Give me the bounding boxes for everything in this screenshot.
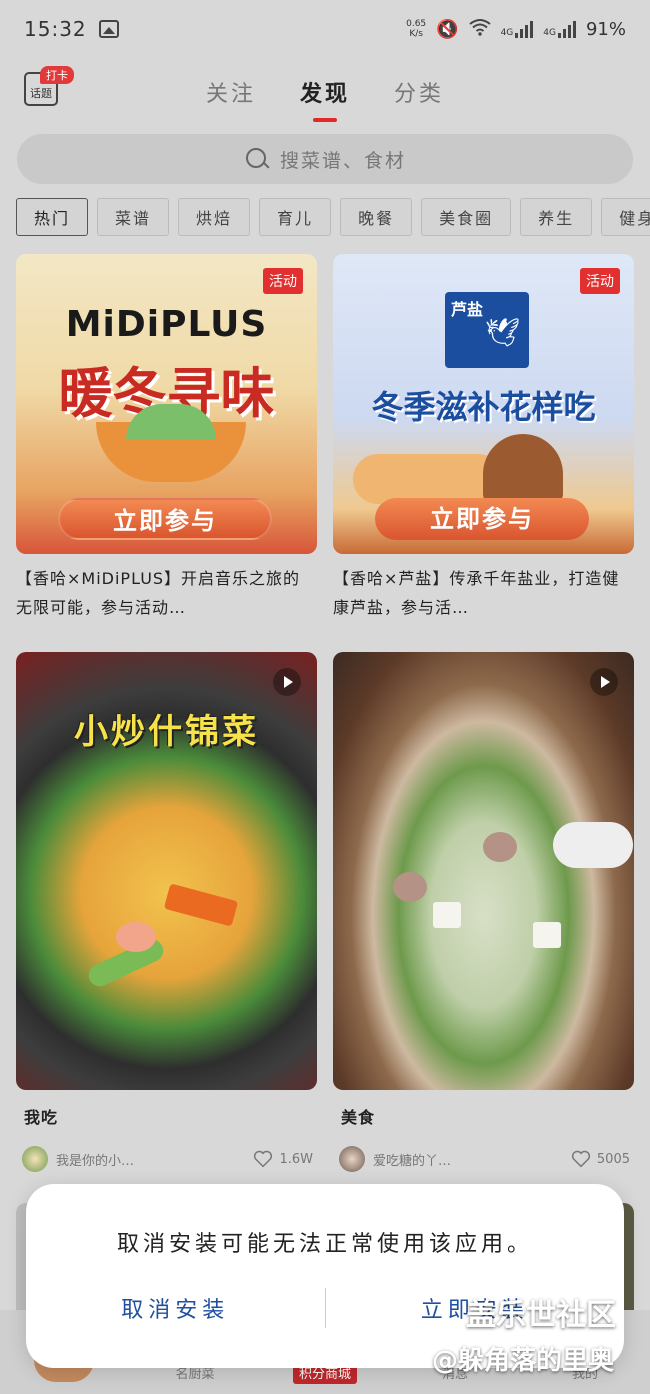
battery-level: 91% [585, 18, 626, 40]
post-card-soup[interactable]: 美食 爱吃糖的丫… 5005 [333, 652, 634, 1172]
tab-follow[interactable]: 关注 [206, 76, 256, 108]
author-name[interactable]: 我是你的小… [56, 1150, 253, 1169]
meatball [483, 832, 517, 862]
chip-parenting[interactable]: 育儿 [259, 198, 332, 236]
brand-logo: 芦盐 [451, 300, 484, 319]
card-title: 【香哈×MiDiPLUS】开启音乐之旅的无限可能，参与活动… [16, 569, 301, 617]
avatar[interactable] [339, 1146, 365, 1172]
activity-badge: 活动 [263, 268, 303, 294]
status-bar: 15:32 0.65 K/s 🔇 4G 4G 91% [0, 0, 650, 58]
dialog-message: 取消安装可能无法正常使用该应用。 [116, 1232, 533, 1257]
chip-health[interactable]: 养生 [520, 198, 593, 236]
join-button[interactable]: 立即参与 [58, 498, 272, 540]
signal-icon-1: 4G [501, 20, 534, 38]
post-title: 美食 [341, 1108, 376, 1127]
network-speed: 0.65 K/s [406, 19, 427, 39]
card-cover: 活动 MiDiPLUS 暖冬寻味 立即参与 [16, 254, 317, 554]
search-icon [244, 146, 270, 172]
heart-icon[interactable] [253, 1150, 273, 1168]
chip-food-circle[interactable]: 美食圈 [421, 198, 512, 236]
feed-tabs: 关注 发现 分类 [0, 76, 650, 122]
chip-baking[interactable]: 烘焙 [178, 198, 251, 236]
post-title: 我吃 [24, 1108, 59, 1127]
like-count: 1.6W [279, 1151, 313, 1167]
shrimp [116, 922, 156, 952]
ladle [553, 822, 633, 868]
post-meta: 我是你的小… 1.6W [22, 1146, 317, 1172]
chip-dinner[interactable]: 晚餐 [340, 198, 413, 236]
chip-fitness[interactable]: 健身 [601, 198, 650, 236]
join-button[interactable]: 立即参与 [375, 498, 589, 540]
signal-icon-2: 4G [543, 20, 576, 38]
brand-logo: MiDiPLUS [65, 304, 268, 345]
card-cover: 活动 芦盐 🕊 冬季滋补花样吃 立即参与 [333, 254, 634, 554]
brand-logo-box: 芦盐 🕊 [445, 292, 529, 368]
category-chips: 热门 菜谱 烘焙 育儿 晚餐 美食圈 养生 健身 [16, 198, 650, 238]
tab-discover[interactable]: 发现 [300, 76, 350, 122]
food-illustration [353, 454, 503, 504]
search-placeholder: 搜菜谱、食材 [279, 149, 406, 172]
meatball [393, 872, 427, 902]
tab-category[interactable]: 分类 [394, 76, 444, 108]
card-title: 【香哈×芦盐】传承千年盐业，打造健康芦盐，参与活… [333, 569, 620, 617]
mute-icon: 🔇 [436, 18, 459, 40]
activity-badge: 活动 [580, 268, 620, 294]
bird-icon: 🕊 [485, 316, 521, 349]
like-count: 5005 [596, 1151, 630, 1167]
search-bar[interactable]: 搜菜谱、食材 [17, 134, 633, 184]
top-nav: 打卡 话题 关注 发现 分类 [0, 64, 650, 124]
card-cover [333, 652, 634, 1090]
post-meta: 爱吃糖的丫… 5005 [339, 1146, 634, 1172]
heart-icon[interactable] [571, 1150, 591, 1168]
post-card-stir-fry[interactable]: 小炒什锦菜 我吃 我是你的小… 1.6W [16, 652, 317, 1172]
gallery-icon [98, 20, 119, 38]
food-illustration-pot [483, 434, 563, 504]
cover-caption: 小炒什锦菜 [74, 712, 259, 752]
activity-card-midiplus[interactable]: 活动 MiDiPLUS 暖冬寻味 立即参与 【香哈×MiDiPLUS】开启音乐之… [16, 254, 317, 622]
chip-hot[interactable]: 热门 [16, 198, 89, 236]
chip-recipes[interactable]: 菜谱 [97, 198, 170, 236]
avatar[interactable] [22, 1146, 48, 1172]
video-icon [273, 668, 301, 696]
tofu [533, 922, 561, 948]
video-icon [590, 668, 618, 696]
author-name[interactable]: 爱吃糖的丫… [373, 1150, 571, 1169]
watermark-community: 盖乐世社区 [466, 1298, 616, 1333]
card-headline: 冬季滋补花样吃 [371, 388, 596, 426]
watermark-author: @躲角落的里奥 [432, 1346, 615, 1376]
wifi-icon [468, 18, 491, 41]
card-cover: 小炒什锦菜 [16, 652, 317, 1090]
carrot-slice [163, 883, 239, 927]
tofu [433, 902, 461, 928]
clock: 15:32 [24, 17, 87, 41]
activity-card-luyan[interactable]: 活动 芦盐 🕊 冬季滋补花样吃 立即参与 【香哈×芦盐】传承千年盐业，打造健康芦… [333, 254, 634, 622]
cancel-install-button[interactable]: 取消安装 [26, 1292, 325, 1324]
